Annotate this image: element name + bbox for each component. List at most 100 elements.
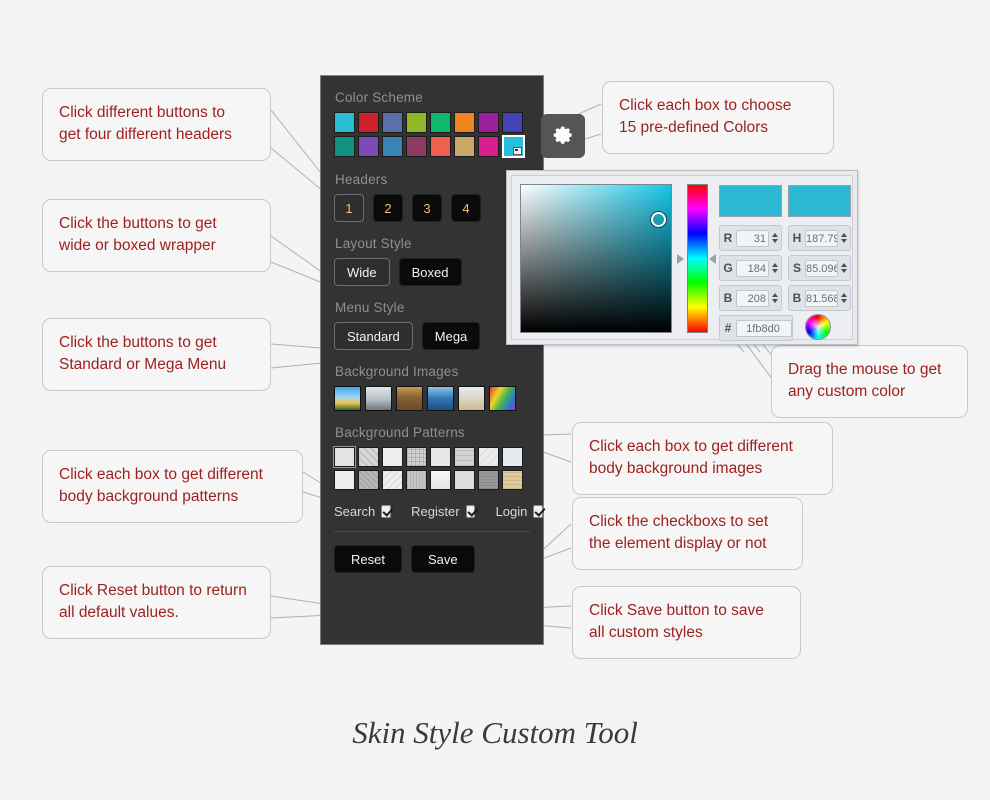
background-pattern-6[interactable] [454,447,475,467]
callout-patterns-line2: body background patterns [59,488,239,506]
settings-toggle-button[interactable] [541,114,585,158]
color-picker-popup[interactable]: R 31 G 184 B 208 H 187.79 S 85.096 B 81.… [506,170,858,345]
picker-badge-icon [513,147,522,155]
sv-cursor-handle[interactable] [651,212,666,227]
callout-colors-line1: Click each box to choose [619,97,792,114]
background-image-thumb-colorful-balloons[interactable] [489,386,516,411]
field-value-brightness[interactable]: 81.568 [805,289,838,307]
background-patterns-row-2[interactable] [334,470,543,490]
color-swatch-a-4[interactable] [406,112,427,133]
header-button-4[interactable]: 4 [451,194,481,222]
color-preview-current[interactable] [788,185,851,217]
background-pattern-13[interactable] [430,470,451,490]
spinner-green[interactable] [770,263,779,273]
field-green[interactable]: G 184 [719,255,782,281]
background-patterns-row-1[interactable] [333,446,543,468]
field-value-saturation[interactable]: 85.096 [805,259,838,277]
header-button-3[interactable]: 3 [412,194,442,222]
background-pattern-9[interactable] [334,470,355,490]
color-swatch-a-7[interactable] [478,112,499,133]
spinner-blue[interactable] [770,293,779,303]
callout-colors-line2: 15 pre-defined Colors [619,119,769,137]
save-button[interactable]: Save [410,545,475,573]
color-swatch-b-4[interactable] [406,136,427,157]
callout-save-line1: Click Save button to save [589,602,764,619]
color-swatch-b-7[interactable] [478,136,499,157]
header-button-1[interactable]: 1 [334,194,364,222]
background-image-thumb-airplane-runway[interactable] [396,386,423,411]
color-swatch-a-2[interactable] [358,112,379,133]
field-blue[interactable]: B 208 [719,285,782,311]
spinner-hue[interactable] [839,233,848,243]
color-picker-body: R 31 G 184 B 208 H 187.79 S 85.096 B 81.… [511,175,853,341]
background-pattern-15[interactable] [478,470,499,490]
callout-images-line1: Click each box to get different [589,438,793,455]
field-value-hue[interactable]: 187.79 [805,229,838,247]
color-swatch-b-6[interactable] [454,136,475,157]
field-value-blue[interactable]: 208 [736,289,769,307]
background-pattern-10[interactable] [358,470,379,490]
color-swatch-b-5[interactable] [430,136,451,157]
background-pattern-7[interactable] [478,447,499,467]
header-button-label: 4 [462,200,470,216]
background-pattern-4[interactable] [406,447,427,467]
background-pattern-5[interactable] [430,447,451,467]
background-pattern-11[interactable] [382,470,403,490]
field-hue[interactable]: H 187.79 [788,225,851,251]
layout-boxed-button[interactable]: Boxed [398,258,462,286]
field-brightness[interactable]: B 81.568 [788,285,851,311]
spinner-saturation[interactable] [839,263,848,273]
color-swatch-b-1[interactable] [334,136,355,157]
callout-layout-line1: Click the buttons to get [59,215,217,232]
reset-button[interactable]: Reset [334,545,402,573]
callout-layout-line2: wide or boxed wrapper [59,237,216,255]
toggle-checkbox-search[interactable] [381,505,391,518]
color-swatch-a-5[interactable] [430,112,451,133]
field-value-red[interactable]: 31 [736,229,769,247]
callout-menu: Click the buttons to get Standard or Meg… [42,318,271,391]
background-pattern-8[interactable] [502,447,523,467]
toggle-checkbox-register[interactable] [465,505,476,518]
background-pattern-3[interactable] [382,447,403,467]
field-saturation[interactable]: S 85.096 [788,255,851,281]
gear-icon [553,126,572,144]
color-swatch-a-1[interactable] [334,112,355,133]
background-image-thumb-blue-water[interactable] [427,386,454,411]
background-image-thumb-starfish-beach[interactable] [458,386,485,411]
field-value-hex[interactable]: 1fb8d0 [736,319,792,337]
field-value-green[interactable]: 184 [736,259,769,277]
page-title: Skin Style Custom Tool [352,715,638,750]
color-scheme-row-1[interactable] [334,112,543,133]
color-scheme-row-2[interactable] [334,135,543,158]
background-pattern-16[interactable] [502,470,523,490]
element-toggles: Search Register Login [334,504,544,519]
background-image-thumb-sky-field[interactable] [334,386,361,411]
field-red[interactable]: R 31 [719,225,782,251]
hue-slider[interactable] [687,184,708,333]
saturation-value-field[interactable] [520,184,672,333]
color-swatch-a-8[interactable] [502,112,523,133]
header-button-2[interactable]: 2 [373,194,403,222]
spinner-brightness[interactable] [839,293,848,303]
menu-mega-button[interactable]: Mega [421,322,481,350]
background-pattern-2[interactable] [358,447,379,467]
menu-standard-button[interactable]: Standard [334,322,413,350]
color-wheel-icon[interactable] [805,314,831,340]
background-image-thumb-clouds-gray[interactable] [365,386,392,411]
color-swatch-a-3[interactable] [382,112,403,133]
color-swatch-b-3[interactable] [382,136,403,157]
background-pattern-1[interactable] [333,446,356,468]
layout-wide-button[interactable]: Wide [334,258,390,286]
field-hex[interactable]: # 1fb8d0 [719,315,793,341]
color-preview-new [719,185,782,217]
color-swatch-a-6[interactable] [454,112,475,133]
toggle-checkbox-login[interactable] [533,505,544,518]
background-pattern-14[interactable] [454,470,475,490]
background-pattern-12[interactable] [406,470,427,490]
spinner-red[interactable] [770,233,779,243]
field-label-green: G [723,261,733,275]
hue-marker-right-icon [709,254,716,264]
custom-color-swatch[interactable] [502,135,525,158]
color-swatch-b-2[interactable] [358,136,379,157]
background-images-row[interactable] [334,386,543,411]
